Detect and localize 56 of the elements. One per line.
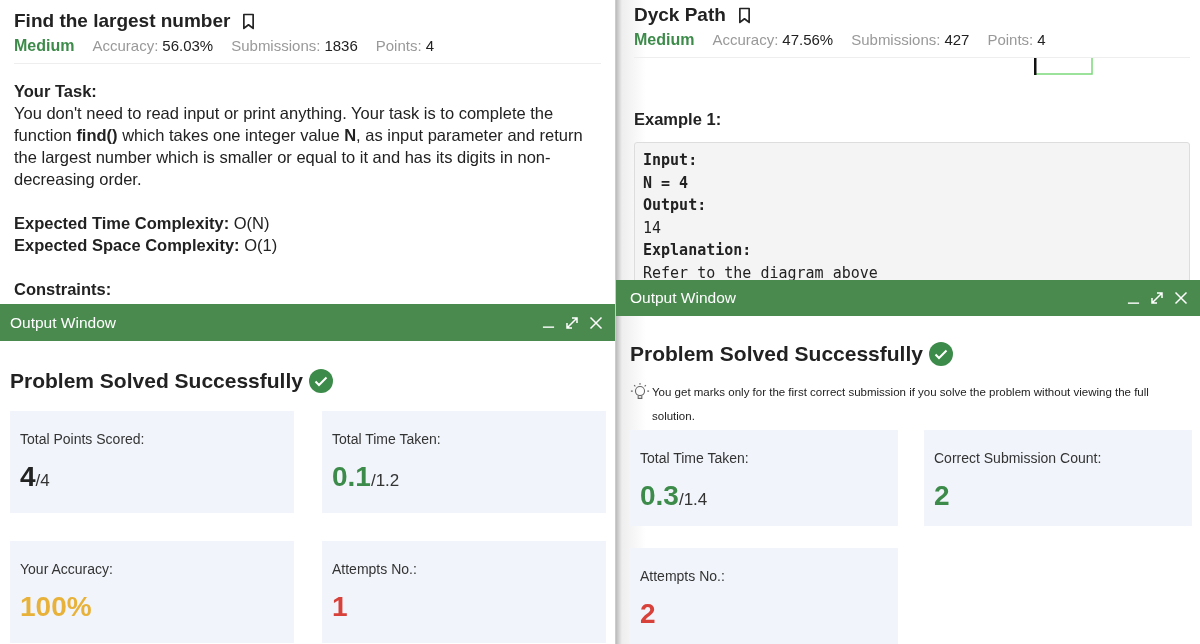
card-value: 2 <box>640 598 657 630</box>
stat-value: 4 <box>425 37 434 54</box>
success-heading: Problem Solved Successfully <box>10 369 303 393</box>
description-text: Expected Time Complexity: O(N) <box>14 213 271 234</box>
stat-label: Accuracy: <box>712 31 779 48</box>
card-value: 100% <box>20 591 93 623</box>
section-heading: Constraints: <box>14 279 113 300</box>
card-label: Attempts No.: <box>640 568 726 584</box>
section-heading: Your Task: <box>14 81 98 102</box>
check-icon <box>928 342 953 366</box>
code-line: Input: <box>643 150 699 171</box>
card-label: Total Points Scored: <box>20 431 146 447</box>
card-value: 4/4 <box>20 461 51 493</box>
code-line: Refer to the diagram above <box>643 262 879 280</box>
card-label: Total Time Taken: <box>640 450 750 466</box>
success-heading: Problem Solved Successfully <box>630 342 923 366</box>
check-icon <box>308 369 333 393</box>
problem-title: Dyck Path <box>634 4 726 26</box>
stat-label: Submissions: <box>851 31 941 48</box>
difficulty-label: Medium <box>14 37 75 55</box>
note-text: You get marks only for the first correct submission if you solve the problem without viewing the full solution. <box>652 385 1150 424</box>
card-label: Total Time Taken: <box>332 431 442 447</box>
code-line: 14 <box>643 217 663 239</box>
difficulty-label: Medium <box>634 31 695 49</box>
stat-label: Points: <box>375 37 422 54</box>
section-heading: Example 1: <box>634 109 723 130</box>
card-label: Correct Submission Count: <box>934 450 1103 466</box>
stat-label: Submissions: <box>231 37 321 54</box>
description-text: You don't need to read input or print anything. Your task is to complete the function find() which takes one integer value N, as input parameter and return the largest number which is smaller or equal to it and has its digits in non-decreasing order. <box>14 103 584 190</box>
description-text: Expected Space Complexity: O(1) <box>14 235 279 256</box>
code-line: Output: <box>643 195 708 216</box>
stat-value: 56.03% <box>162 37 214 54</box>
stat-label: Points: <box>987 31 1034 48</box>
close-icon[interactable] <box>589 315 603 330</box>
stat-value: 427 <box>944 31 970 48</box>
expand-icon[interactable] <box>565 315 579 330</box>
card-label: Your Accuracy: <box>20 561 114 577</box>
card-value: 1 <box>332 591 349 623</box>
problem-title: Find the largest number <box>14 10 231 32</box>
stat-value: 1836 <box>324 37 358 54</box>
bookmark-icon[interactable] <box>242 12 256 30</box>
card-label: Attempts No.: <box>332 561 418 577</box>
stat-value: 4 <box>1037 31 1046 48</box>
stat-label: Accuracy: <box>92 37 159 54</box>
card-value: 0.3/1.4 <box>640 480 709 512</box>
output-window-title: Output Window <box>10 313 116 332</box>
card-value: 0.1/1.2 <box>332 461 401 493</box>
output-window-title: Output Window <box>630 289 736 307</box>
lightbulb-icon <box>630 382 650 402</box>
bookmark-icon[interactable] <box>737 6 751 24</box>
code-line: N = 4 <box>643 172 690 194</box>
stat-value: 47.56% <box>782 31 834 48</box>
code-line: Explanation: <box>643 240 753 261</box>
card-value: 2 <box>934 480 951 512</box>
expand-icon[interactable] <box>1150 291 1164 305</box>
close-icon[interactable] <box>1174 291 1188 305</box>
